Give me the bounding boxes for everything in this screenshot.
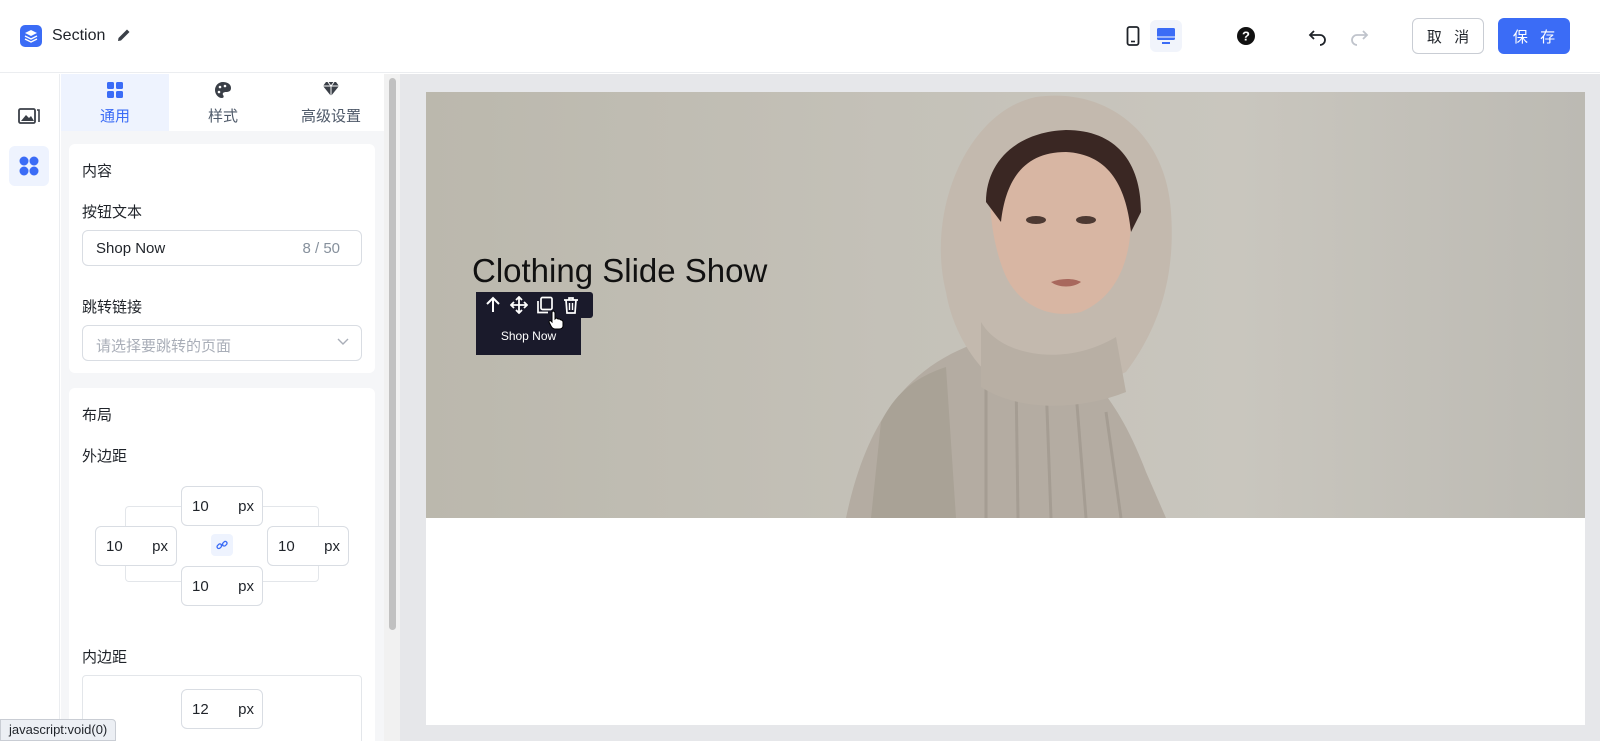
tab-advanced-label: 高级设置 [300,108,361,125]
redo-icon[interactable] [1349,26,1369,46]
tab-general-label: 通用 [99,108,130,125]
button-text-value: Shop Now [96,240,166,257]
mobile-view-button[interactable] [1117,20,1149,52]
element-toolbar [476,292,593,318]
margin-left-value: 10 [106,538,123,555]
link-select[interactable]: 请选择要跳转的页面 [82,325,362,361]
link-select-placeholder: 请选择要跳转的页面 [96,338,232,355]
button-text-input[interactable]: Shop Now 8 / 50 [82,230,362,266]
margin-right-input[interactable]: 10 px [267,526,349,566]
layers-logo-icon [20,25,42,47]
tab-style[interactable]: 样式 [169,74,277,131]
svg-text:?: ? [1242,29,1250,44]
hero-photo [846,95,1172,518]
desktop-icon [1157,28,1175,44]
grid-icon [107,82,123,98]
left-rail [0,74,60,741]
shop-now-label: Shop Now [500,329,557,343]
margin-bottom-value: 10 [192,578,209,595]
hero-banner[interactable]: Clothing Slide Show [426,92,1585,518]
tab-style-label: 样式 [207,108,238,125]
padding-top-unit: px [238,701,254,718]
margin-top-unit: px [238,498,254,515]
move-icon[interactable] [510,296,528,314]
margin-top-input[interactable]: 10 px [181,486,263,526]
desktop-view-button[interactable] [1150,20,1182,52]
margin-label: 外边距 [82,448,128,465]
button-text-label: 按钮文本 [82,204,143,221]
margin-top-value: 10 [192,498,209,515]
link-icon[interactable] [211,534,233,556]
undo-icon[interactable] [1308,26,1328,46]
content-card-title: 内容 [82,163,113,180]
panel-scrollbar-thumb[interactable] [389,78,396,630]
chevron-down-icon [337,338,349,345]
settings-tabs: 通用 样式 高级设置 [61,74,393,131]
char-count: 8 / 50 [302,240,340,257]
hand-cursor-icon [548,310,564,330]
device-switcher [1117,20,1183,52]
link-label: 跳转链接 [82,299,143,316]
help-icon[interactable]: ? [1236,26,1256,46]
margin-bottom-unit: px [238,578,254,595]
components-button[interactable] [9,146,49,186]
status-bar-url: javascript:void(0) [0,719,117,741]
content-card: 内容 按钮文本 Shop Now 8 / 50 跳转链接 请选择要跳转的页面 [69,144,375,373]
mobile-icon [1126,26,1140,46]
settings-panel: 通用 样式 高级设置 内容 按钮文本 Shop Now 8 / 50 跳转链接 … [61,74,393,741]
hero-title[interactable]: Clothing Slide Show [472,252,767,290]
pencil-icon[interactable] [116,27,132,43]
tab-general[interactable]: 通用 [61,74,169,131]
cancel-button[interactable]: 取 消 [1412,18,1484,54]
margin-left-unit: px [152,538,168,555]
padding-top-input[interactable]: 12 px [181,689,263,729]
section-title: Section [52,27,106,44]
palette-icon [215,82,231,98]
padding-top-value: 12 [192,701,209,718]
layout-card: 布局 外边距 10 px 10 px 10 px 10 px 内边距 12 px [69,388,375,741]
media-library-button[interactable] [9,96,49,136]
components-icon [19,156,39,176]
image-gallery-icon [18,108,40,124]
layout-card-title: 布局 [82,407,113,424]
top-bar: Section ? 取 消 保 存 [0,0,1600,73]
arrow-up-icon[interactable] [484,296,502,314]
margin-left-input[interactable]: 10 px [95,526,177,566]
tab-advanced[interactable]: 高级设置 [277,74,385,131]
margin-bottom-input[interactable]: 10 px [181,566,263,606]
padding-label: 内边距 [82,649,128,666]
margin-right-unit: px [324,538,340,555]
margin-right-value: 10 [278,538,295,555]
diamond-icon [323,81,339,96]
trash-icon[interactable] [562,296,580,314]
save-button[interactable]: 保 存 [1498,18,1570,54]
